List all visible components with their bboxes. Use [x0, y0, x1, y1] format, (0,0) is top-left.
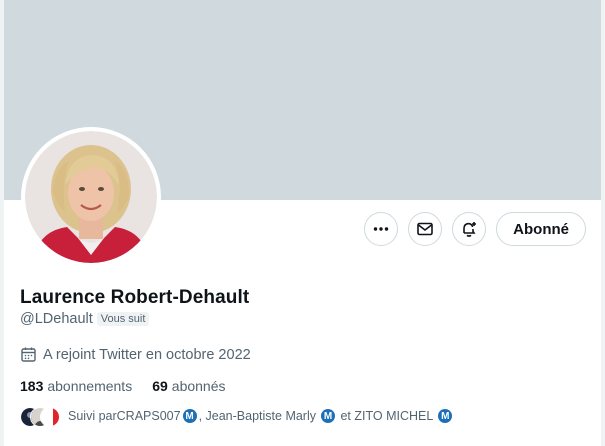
- handle-row: @LDehault Vous suit: [20, 311, 150, 327]
- followed-sep-1: ,: [198, 409, 206, 423]
- followers-link[interactable]: 69 abonnés: [152, 378, 225, 394]
- followers-label: abonnés: [171, 378, 226, 394]
- join-date-row: A rejoint Twitter en octobre 2022: [20, 346, 251, 363]
- notifications-button[interactable]: [452, 212, 487, 246]
- profile-header: Abonné Laurence Robert-Dehault @LDehault…: [0, 0, 605, 446]
- followed-by-text: Suivi par CRAPS007 M , Jean-Baptiste Mar…: [68, 409, 454, 423]
- profile-handle: @LDehault: [20, 311, 93, 327]
- message-button[interactable]: [408, 212, 443, 246]
- join-date: A rejoint Twitter en octobre 2022: [43, 346, 251, 363]
- mini-avatar: [40, 407, 60, 427]
- calendar-icon: [21, 347, 36, 362]
- follower-name-2[interactable]: Jean-Baptiste Marly: [206, 409, 316, 423]
- following-label: abonnements: [47, 378, 133, 394]
- profile-name: Laurence Robert-Dehault: [20, 287, 250, 308]
- followed-by-row[interactable]: Suivi par CRAPS007 M , Jean-Baptiste Mar…: [20, 406, 454, 427]
- following-button[interactable]: Abonné: [496, 212, 586, 246]
- m-badge-icon: M: [438, 409, 453, 423]
- m-badge-icon: M: [321, 409, 335, 423]
- follower-name-1[interactable]: CRAPS007: [117, 409, 181, 423]
- mail-icon: [417, 222, 433, 236]
- profile-avatar[interactable]: [21, 127, 161, 267]
- followed-prefix: Suivi par: [68, 409, 117, 423]
- follows-you-badge: Vous suit: [96, 312, 150, 326]
- more-button[interactable]: [364, 212, 399, 246]
- following-link[interactable]: 183 abonnements: [20, 378, 132, 394]
- m-badge-icon: M: [182, 409, 197, 423]
- profile-actions: Abonné: [364, 212, 586, 246]
- followed-sep-2: et: [337, 409, 355, 423]
- avatar-image: [25, 131, 157, 263]
- followers-you-know-avatars: [20, 406, 60, 427]
- following-count: 183: [20, 378, 44, 394]
- follower-name-3[interactable]: ZITO MICHEL: [354, 409, 433, 423]
- more-icon: [373, 227, 389, 231]
- profile-stats: 183 abonnements 69 abonnés: [20, 378, 226, 394]
- bell-plus-icon: [463, 222, 477, 237]
- followers-count: 69: [152, 378, 168, 394]
